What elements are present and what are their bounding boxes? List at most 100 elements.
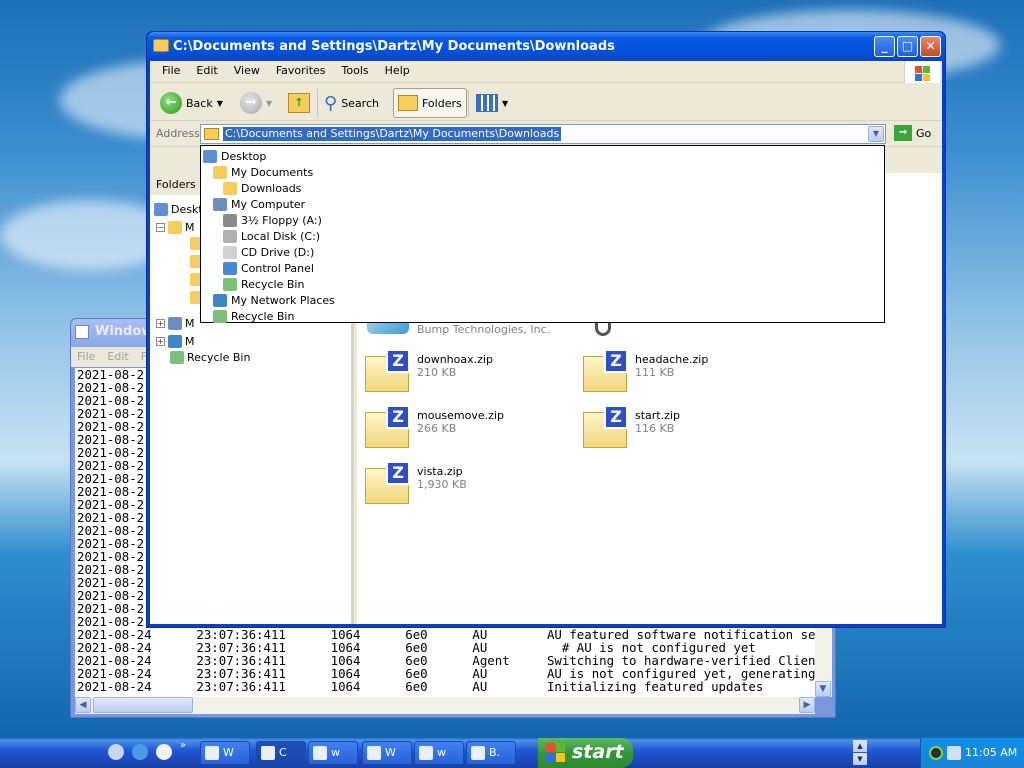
tree-item-my-documents[interactable]: − M bbox=[156, 219, 195, 235]
dropdown-item[interactable]: My Documents bbox=[213, 164, 313, 180]
folders-icon bbox=[398, 95, 418, 111]
file-item[interactable]: Zdownhoax.zip 210 KB bbox=[363, 349, 583, 394]
tree-label: M bbox=[185, 334, 195, 348]
quick-launch-ie-icon[interactable] bbox=[132, 744, 148, 760]
views-button[interactable]: ▼ bbox=[472, 88, 512, 118]
address-text[interactable]: C:\Documents and Settings\Dartz\My Docum… bbox=[223, 127, 562, 141]
file-name: start.zip bbox=[635, 409, 680, 422]
dropdown-item[interactable]: Downloads bbox=[223, 180, 301, 196]
collapse-icon[interactable]: − bbox=[156, 222, 165, 232]
notepad-menu-file[interactable]: File bbox=[77, 350, 95, 364]
taskbar-button[interactable]: w bbox=[414, 741, 464, 765]
address-dropdown-list[interactable]: Desktop My Documents Downloads My Computer 3… bbox=[200, 145, 885, 323]
menu-file[interactable]: File bbox=[154, 64, 188, 79]
scroll-right-icon[interactable]: ▶ bbox=[799, 697, 815, 713]
file-info: mousemove.zip 266 KB bbox=[417, 406, 504, 450]
dropdown-item[interactable]: My Computer bbox=[213, 196, 305, 212]
chevron-right-icon[interactable]: » bbox=[180, 740, 186, 751]
tray-app-icon[interactable] bbox=[929, 746, 943, 760]
file-item[interactable]: Zvista.zip 1,930 KB bbox=[363, 461, 583, 506]
menu-edit[interactable]: Edit bbox=[188, 64, 225, 79]
dropdown-arrow-icon[interactable]: ▼ bbox=[217, 99, 223, 108]
maximize-button[interactable]: □ bbox=[897, 36, 918, 57]
file-item[interactable]: Zmousemove.zip 266 KB bbox=[363, 405, 583, 450]
tree-item-my-network[interactable]: + M bbox=[156, 333, 195, 349]
dropdown-item[interactable]: Desktop bbox=[203, 148, 266, 164]
close-button[interactable]: ✕ bbox=[920, 36, 941, 57]
my-documents-icon bbox=[168, 220, 182, 234]
dropdown-item-label: Local Disk (C:) bbox=[241, 229, 321, 243]
hard-disk-icon bbox=[223, 229, 237, 243]
start-button[interactable]: start bbox=[538, 738, 633, 768]
scroll-left-icon[interactable]: ◀ bbox=[75, 697, 91, 713]
control-panel-icon bbox=[223, 261, 237, 275]
taskbar-button[interactable]: B. bbox=[466, 741, 516, 765]
window-icon bbox=[313, 746, 327, 760]
dropdown-item[interactable]: My Network Places bbox=[213, 292, 335, 308]
desktop-icon bbox=[203, 149, 217, 163]
start-label: start bbox=[572, 741, 624, 763]
tray-network-icon[interactable] bbox=[947, 746, 961, 760]
scroll-up-icon[interactable]: ▲ bbox=[853, 740, 867, 752]
scroll-thumb[interactable] bbox=[93, 697, 193, 713]
taskbar-button[interactable]: w bbox=[308, 741, 358, 765]
up-folder-button[interactable]: ↑ bbox=[284, 88, 314, 118]
dropdown-item-label: My Network Places bbox=[231, 293, 335, 307]
address-input[interactable]: C:\Documents and Settings\Dartz\My Docum… bbox=[200, 124, 886, 144]
dropdown-arrow-icon[interactable]: ▼ bbox=[502, 99, 508, 108]
menu-help[interactable]: Help bbox=[377, 64, 418, 79]
taskbar-scroll[interactable]: ▲ ▼ bbox=[853, 740, 867, 766]
go-button[interactable]: → Go bbox=[894, 125, 931, 141]
tree-item-desktop[interactable]: Deskt bbox=[154, 201, 203, 217]
quick-launch-media-icon[interactable] bbox=[156, 744, 172, 760]
dropdown-arrow-icon[interactable]: ▼ bbox=[266, 99, 272, 108]
folders-button[interactable]: Folders bbox=[393, 88, 467, 118]
menu-view[interactable]: View bbox=[226, 64, 268, 79]
minimize-button[interactable]: _ bbox=[874, 36, 895, 57]
address-dropdown-icon[interactable]: ▼ bbox=[868, 126, 884, 142]
dropdown-item[interactable]: Local Disk (C:) bbox=[223, 228, 320, 244]
network-icon bbox=[168, 334, 182, 348]
dropdown-item-label: My Documents bbox=[231, 165, 314, 179]
explorer-title: C:\Documents and Settings\Dartz\My Docum… bbox=[173, 39, 615, 54]
notepad-title: Window bbox=[95, 324, 154, 339]
menu-favorites[interactable]: Favorites bbox=[268, 64, 334, 79]
zip-folder-icon: Z bbox=[581, 349, 629, 394]
expand-icon[interactable]: + bbox=[156, 318, 165, 328]
tree-item-my-computer[interactable]: + M bbox=[156, 315, 195, 331]
window-icon bbox=[261, 746, 275, 760]
file-item[interactable]: Zheadache.zip 111 KB bbox=[581, 349, 801, 394]
dropdown-item[interactable]: Recycle Bin bbox=[213, 308, 294, 324]
notepad-menu-edit[interactable]: Edit bbox=[107, 350, 128, 364]
search-label: Search bbox=[341, 96, 379, 110]
back-button[interactable]: ← Back ▼ bbox=[156, 88, 227, 118]
expand-icon[interactable]: + bbox=[156, 336, 165, 346]
file-info: headache.zip 111 KB bbox=[635, 350, 708, 394]
notepad-horizontal-scrollbar[interactable]: ◀ ▶ bbox=[75, 697, 815, 714]
tree-item-recycle-bin[interactable]: Recycle Bin bbox=[170, 349, 250, 365]
dropdown-item[interactable]: Control Panel bbox=[223, 260, 314, 276]
file-name: mousemove.zip bbox=[417, 409, 504, 422]
floppy-icon bbox=[223, 213, 237, 227]
menu-tools[interactable]: Tools bbox=[334, 64, 377, 79]
search-button[interactable]: ⚲ Search bbox=[320, 88, 383, 118]
dropdown-item[interactable]: CD Drive (D:) bbox=[223, 244, 314, 260]
folder-icon bbox=[223, 181, 237, 195]
address-bar: Address C:\Documents and Settings\Dartz\… bbox=[150, 121, 942, 147]
file-detail: 116 KB bbox=[635, 422, 675, 435]
scroll-down-icon[interactable]: ▼ bbox=[815, 681, 831, 697]
forward-button[interactable]: → ▼ bbox=[236, 88, 276, 118]
scroll-down-icon[interactable]: ▼ bbox=[853, 753, 867, 765]
clock[interactable]: 11:05 AM bbox=[965, 746, 1017, 759]
dropdown-item[interactable]: Recycle Bin bbox=[223, 276, 304, 292]
tree-label: Recycle Bin bbox=[187, 350, 251, 364]
explorer-title-bar[interactable]: C:\Documents and Settings\Dartz\My Docum… bbox=[147, 32, 945, 61]
taskbar-button[interactable]: W bbox=[200, 741, 250, 765]
explorer-window[interactable]: C:\Documents and Settings\Dartz\My Docum… bbox=[146, 31, 946, 628]
file-item[interactable]: Zstart.zip 116 KB bbox=[581, 405, 801, 450]
taskbar-button[interactable]: W bbox=[362, 741, 412, 765]
taskbar: » W Cw Ww B. start ▲ ▼ 11:05 AM bbox=[0, 738, 1024, 768]
taskbar-button[interactable]: C bbox=[256, 741, 306, 765]
dropdown-item[interactable]: 3½ Floppy (A:) bbox=[223, 212, 322, 228]
quick-launch-desktop-icon[interactable] bbox=[108, 744, 124, 760]
